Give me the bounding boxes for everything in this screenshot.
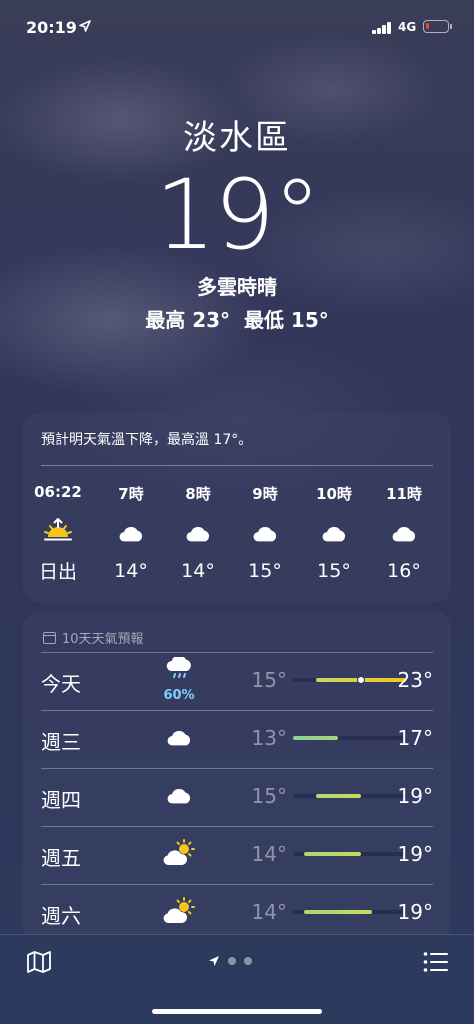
location-arrow-icon — [79, 20, 91, 32]
cloud-icon — [168, 518, 228, 548]
hour-value: 15° — [248, 560, 282, 582]
page-dot — [228, 957, 236, 965]
day-label: 週四 — [41, 788, 81, 812]
hour-label: 10時 — [316, 485, 352, 503]
low-temperature: 15° — [251, 784, 287, 808]
temperature-range-fill — [293, 736, 339, 740]
hour-label: 11時 — [386, 485, 422, 503]
partly-sunny-icon — [159, 896, 199, 926]
hourly-item: 7時 14° — [101, 483, 161, 582]
cloud-icon — [159, 780, 199, 810]
home-indicator[interactable] — [152, 1009, 322, 1014]
temperature-range-fill — [304, 852, 361, 856]
hour-value: 16° — [387, 560, 421, 582]
hour-value: 日出 — [38, 561, 77, 583]
daily-row[interactable]: 週五 14° 19° — [41, 826, 433, 884]
high-low-temperature: 最高 23° 最低 15° — [145, 308, 329, 332]
precipitation-chance: 60% — [163, 688, 195, 703]
status-time: 20:19 — [26, 18, 77, 37]
high-temperature: 19° — [397, 900, 433, 924]
page-dot — [244, 957, 252, 965]
high-temperature: 17° — [397, 726, 433, 750]
partly-sunny-icon — [159, 838, 199, 868]
divider — [41, 710, 433, 711]
calendar-icon — [43, 631, 56, 644]
map-icon[interactable] — [26, 950, 52, 974]
page-indicator[interactable] — [208, 955, 252, 967]
weather-condition: 多雲時晴 — [197, 275, 277, 299]
cloud-rain-icon — [159, 654, 199, 684]
daily-forecast-title: 10天天氣預報 — [62, 632, 144, 647]
day-label: 今天 — [41, 672, 81, 696]
forecast-summary: 預計明天氣溫下降，最高溫 17°。 — [41, 432, 253, 448]
hourly-item: 8時 14° — [168, 483, 228, 582]
daily-forecast-card[interactable]: 10天天氣預報 今天 60% 15° 23° 週三 13° 17° 週四 15° 19° 週五 14°… — [23, 612, 451, 942]
day-label: 週五 — [41, 846, 81, 870]
daily-row[interactable]: 週三 13° 17° — [41, 710, 433, 768]
daily-row[interactable]: 今天 60% 15° 23° — [41, 652, 433, 710]
low-temperature: 13° — [251, 726, 287, 750]
divider — [41, 826, 433, 827]
day-label: 週三 — [41, 730, 81, 754]
daily-forecast-header: 10天天氣預報 — [43, 628, 144, 647]
cloud-icon — [235, 518, 295, 548]
low-temperature: 14° — [251, 900, 287, 924]
divider — [41, 884, 433, 885]
hourly-item: 06:22 日出 — [28, 483, 88, 584]
bottom-toolbar — [0, 934, 474, 1024]
current-weather: 淡水區 19° 多雲時晴 最高 23° 最低 15° — [0, 110, 474, 333]
hour-label: 8時 — [185, 485, 211, 503]
battery-icon — [423, 20, 452, 33]
city-name: 淡水區 — [183, 118, 291, 158]
list-icon[interactable] — [423, 951, 449, 973]
hourly-item: 11時 16° — [374, 483, 434, 582]
hour-label: 9時 — [252, 485, 278, 503]
sunrise-icon — [28, 515, 88, 545]
high-temperature: 19° — [397, 842, 433, 866]
divider — [41, 465, 433, 466]
hour-value: 15° — [317, 560, 351, 582]
current-location-page-icon — [209, 956, 219, 966]
hourly-item: 10時 15° — [304, 483, 364, 582]
hourly-forecast-card[interactable]: 預計明天氣溫下降，最高溫 17°。 06:22 日出 7時 14° 8時 14° 9時 15°… — [23, 413, 451, 603]
temperature-range-fill — [304, 910, 373, 914]
cloud-icon — [304, 518, 364, 548]
temperature-range-fill — [315, 794, 361, 798]
high-temperature: 19° — [397, 784, 433, 808]
cloud-icon — [159, 722, 199, 752]
network-type: 4G — [398, 20, 417, 34]
hourly-item: 9時 15° — [235, 483, 295, 582]
low-temperature: 15° — [251, 668, 287, 692]
cloud-icon — [374, 518, 434, 548]
daily-row[interactable]: 週四 15° 19° — [41, 768, 433, 826]
current-temperature: 19° — [154, 159, 321, 271]
high-temperature: 23° — [397, 668, 433, 692]
status-bar: 20:19 4G — [0, 14, 474, 42]
low-temperature: 14° — [251, 842, 287, 866]
divider — [41, 768, 433, 769]
current-temp-dot — [356, 676, 365, 684]
hour-value: 14° — [181, 560, 215, 582]
divider — [41, 652, 433, 653]
hour-label: 7時 — [118, 485, 144, 503]
hour-value: 14° — [114, 560, 148, 582]
cellular-signal-icon — [372, 22, 392, 34]
hour-label: 06:22 — [34, 483, 82, 501]
cloud-icon — [101, 518, 161, 548]
day-label: 週六 — [41, 904, 81, 928]
